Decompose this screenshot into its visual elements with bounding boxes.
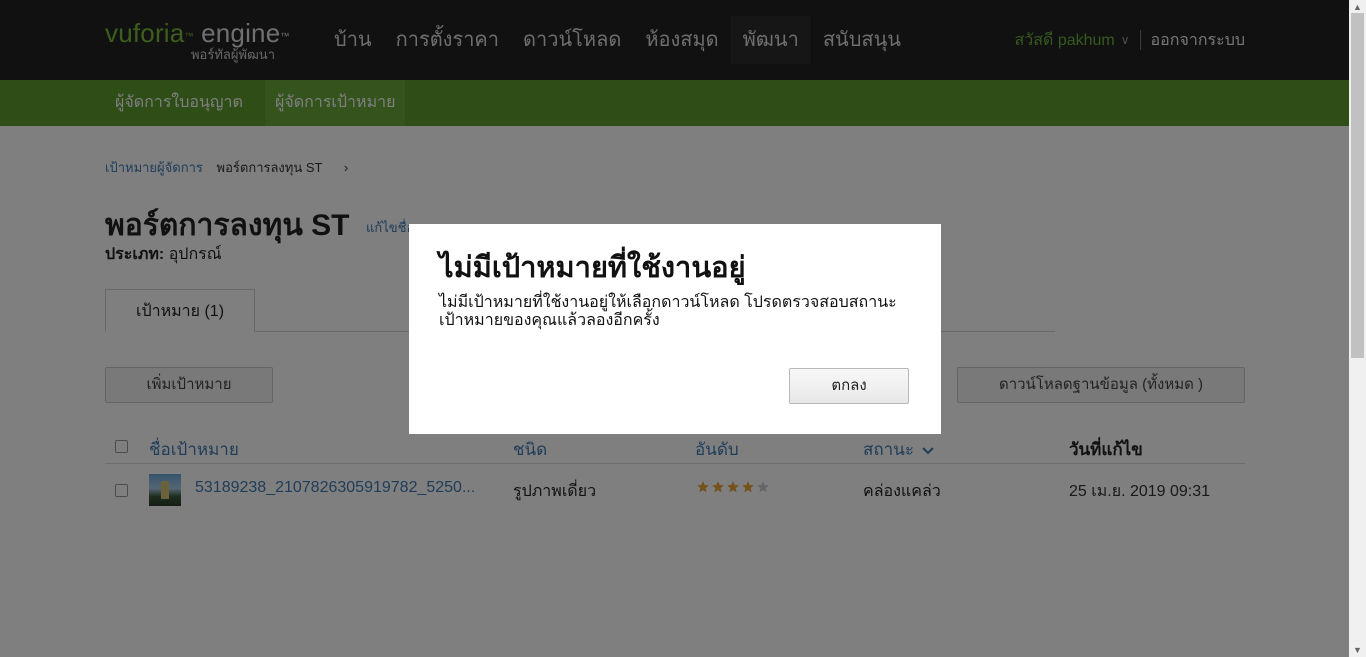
scrollbar-thumb[interactable] [1351,13,1364,358]
scroll-up-arrow-icon[interactable]: ▲ [1353,2,1362,12]
no-active-targets-dialog: ไม่มีเป้าหมายที่ใช้งานอยู่ ไม่มีเป้าหมาย… [409,224,941,434]
dialog-title: ไม่มีเป้าหมายที่ใช้งานอยู่ [439,252,746,284]
dialog-message: ไม่มีเป้าหมายที่ใช้งานอยู่ให้เลือกดาวน์โ… [439,294,897,329]
scroll-down-arrow-icon[interactable]: ▼ [1353,645,1362,655]
vertical-scrollbar[interactable]: ▲ ▼ [1349,0,1366,657]
ok-button[interactable]: ตกลง [789,368,909,404]
